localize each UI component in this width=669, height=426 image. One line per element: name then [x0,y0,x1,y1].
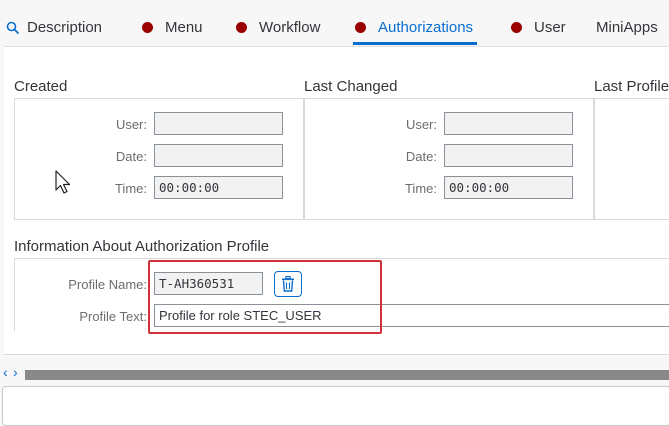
last-profile-title: Last Profile [594,78,669,95]
created-date-label: Date: [115,149,147,164]
last-changed-title: Last Changed [304,78,398,95]
scroll-left-icon[interactable]: ‹ [3,364,8,380]
created-user-label: User: [115,117,147,132]
status-dot-icon [142,22,153,33]
active-tab-indicator [353,42,477,45]
search-icon [6,21,20,34]
profile-text-label: Profile Text: [79,309,147,324]
created-user-field[interactable] [154,112,283,135]
last-changed-time-label: Time: [404,181,437,196]
tab-label: Authorizations [378,19,474,36]
scrollbar-thumb[interactable] [25,370,669,380]
created-time-label: Time: [114,181,147,196]
tab-menu[interactable]: Menu [142,19,203,36]
tab-description[interactable]: Description [6,19,102,36]
auth-profile-title: Information About Authorization Profile [14,238,270,255]
tab-user[interactable]: User [511,19,566,36]
last-changed-date-field[interactable] [444,144,573,167]
created-title: Created [14,78,68,95]
profile-name-label: Profile Name: [68,277,147,292]
tab-bar: Description Menu Workflow Authorizations… [0,0,669,47]
mouse-cursor-icon [55,170,71,194]
status-dot-icon [511,22,522,33]
last-changed-time-field[interactable]: 00:00:00 [444,176,573,199]
scroll-right-icon[interactable]: › [13,364,18,380]
created-date-field[interactable] [154,144,283,167]
tab-miniapps[interactable]: MiniApps [596,19,658,36]
status-dot-icon [355,22,366,33]
tab-label: Menu [165,19,203,36]
created-time-field[interactable]: 00:00:00 [154,176,283,199]
tab-label: User [534,19,566,36]
tab-label: Workflow [259,19,321,36]
highlight-box [148,260,382,334]
last-changed-user-label: User: [405,117,437,132]
tab-workflow[interactable]: Workflow [236,19,320,36]
tab-label: Description [27,19,103,36]
bottom-panel [2,386,669,426]
last-changed-date-label: Date: [405,149,437,164]
status-dot-icon [236,22,247,33]
last-changed-user-field[interactable] [444,112,573,135]
last-profile-group [594,98,669,220]
tab-label: MiniApps [596,19,658,36]
horizontal-scrollbar[interactable]: ‹ › [0,364,669,385]
tab-authorizations[interactable]: Authorizations [355,19,473,36]
